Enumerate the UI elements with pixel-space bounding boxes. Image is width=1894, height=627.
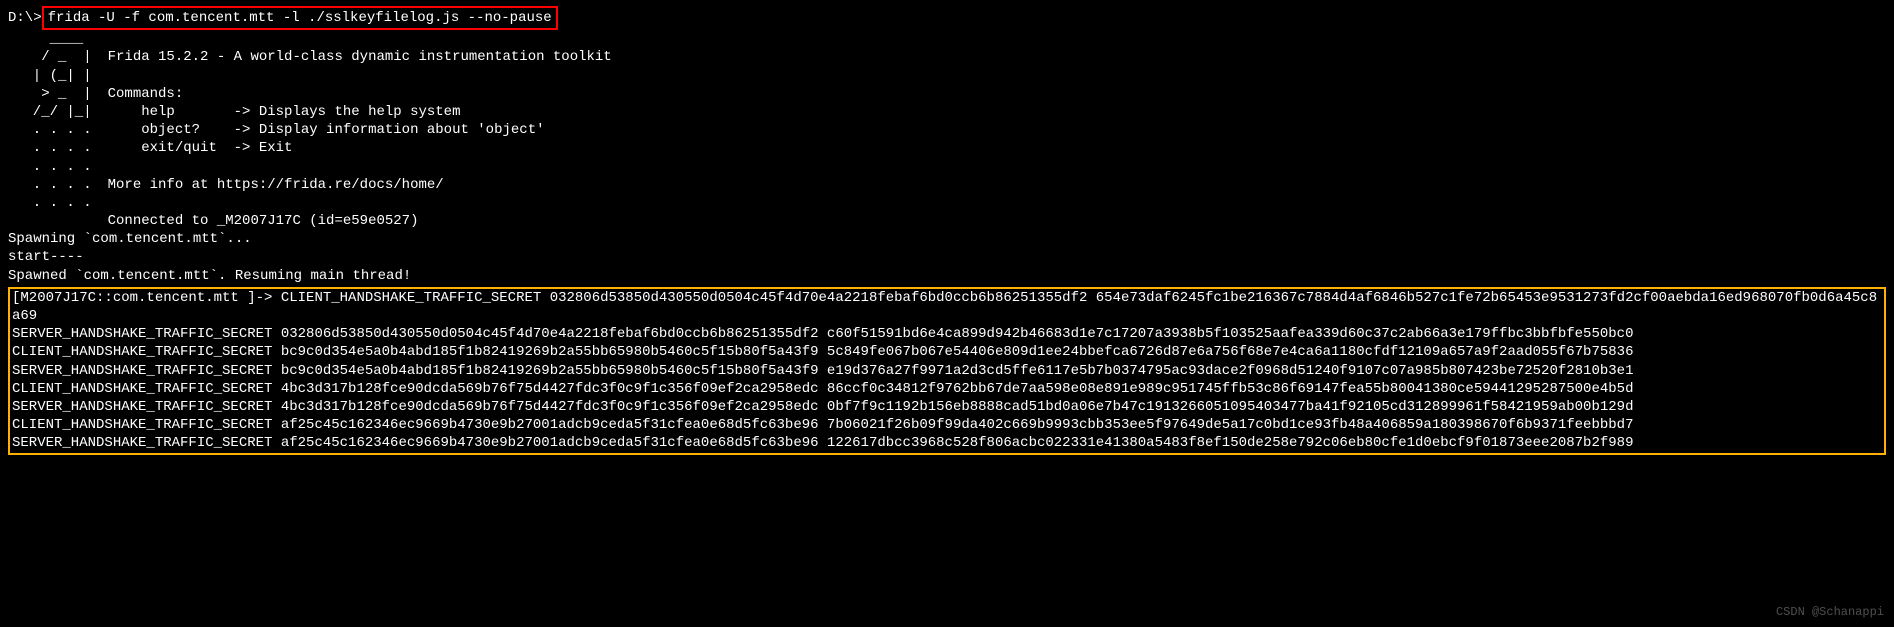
- command-highlight: frida -U -f com.tencent.mtt -l ./sslkeyf…: [42, 6, 558, 30]
- exit-command: exit/quit -> Exit: [108, 140, 293, 156]
- target-prompt: [M2007J17C::com.tencent.mtt ]->: [12, 290, 281, 306]
- start-line: start----: [8, 248, 1886, 266]
- secret-text: CLIENT_HANDSHAKE_TRAFFIC_SECRET 032806d5…: [12, 290, 1877, 324]
- spawned-line: Spawned `com.tencent.mtt`. Resuming main…: [8, 267, 1886, 285]
- secret-line: SERVER_HANDSHAKE_TRAFFIC_SECRET 032806d5…: [12, 325, 1882, 343]
- watermark: CSDN @Schanappi: [1776, 605, 1884, 621]
- object-command: object? -> Display information about 'ob…: [108, 122, 545, 138]
- commands-header: Commands:: [108, 86, 184, 102]
- ssl-secrets-highlight: [M2007J17C::com.tencent.mtt ]-> CLIENT_H…: [8, 287, 1886, 455]
- version-line: Frida 15.2.2 - A world-class dynamic ins…: [108, 49, 612, 65]
- secret-line: CLIENT_HANDSHAKE_TRAFFIC_SECRET bc9c0d35…: [12, 343, 1882, 361]
- secret-line: CLIENT_HANDSHAKE_TRAFFIC_SECRET 4bc3d317…: [12, 380, 1882, 398]
- frida-logo-ascii: ____ / _ | | (_| | > _ | /_/ |_| . . . .…: [16, 30, 92, 212]
- frida-banner: ____ / _ | | (_| | > _ | /_/ |_| . . . .…: [8, 30, 1886, 230]
- command-text: frida -U -f com.tencent.mtt -l ./sslkeyf…: [48, 10, 552, 26]
- secret-line: CLIENT_HANDSHAKE_TRAFFIC_SECRET af25c45c…: [12, 416, 1882, 434]
- connected-line: Connected to _M2007J17C (id=e59e0527): [108, 213, 419, 229]
- terminal-window[interactable]: D:\> frida -U -f com.tencent.mtt -l ./ss…: [0, 0, 1894, 461]
- command-line: D:\> frida -U -f com.tencent.mtt -l ./ss…: [8, 6, 1886, 30]
- secret-line: SERVER_HANDSHAKE_TRAFFIC_SECRET bc9c0d35…: [12, 362, 1882, 380]
- secret-line: [M2007J17C::com.tencent.mtt ]-> CLIENT_H…: [12, 289, 1882, 325]
- secret-line: SERVER_HANDSHAKE_TRAFFIC_SECRET af25c45c…: [12, 434, 1882, 452]
- help-command: help -> Displays the help system: [108, 104, 461, 120]
- spawning-line: Spawning `com.tencent.mtt`...: [8, 230, 1886, 248]
- secrets-container: [M2007J17C::com.tencent.mtt ]-> CLIENT_H…: [12, 289, 1882, 453]
- prompt-prefix: D:\>: [8, 9, 42, 27]
- more-info: More info at https://frida.re/docs/home/: [108, 177, 444, 193]
- secret-line: SERVER_HANDSHAKE_TRAFFIC_SECRET 4bc3d317…: [12, 398, 1882, 416]
- frida-intro: Frida 15.2.2 - A world-class dynamic ins…: [108, 30, 612, 230]
